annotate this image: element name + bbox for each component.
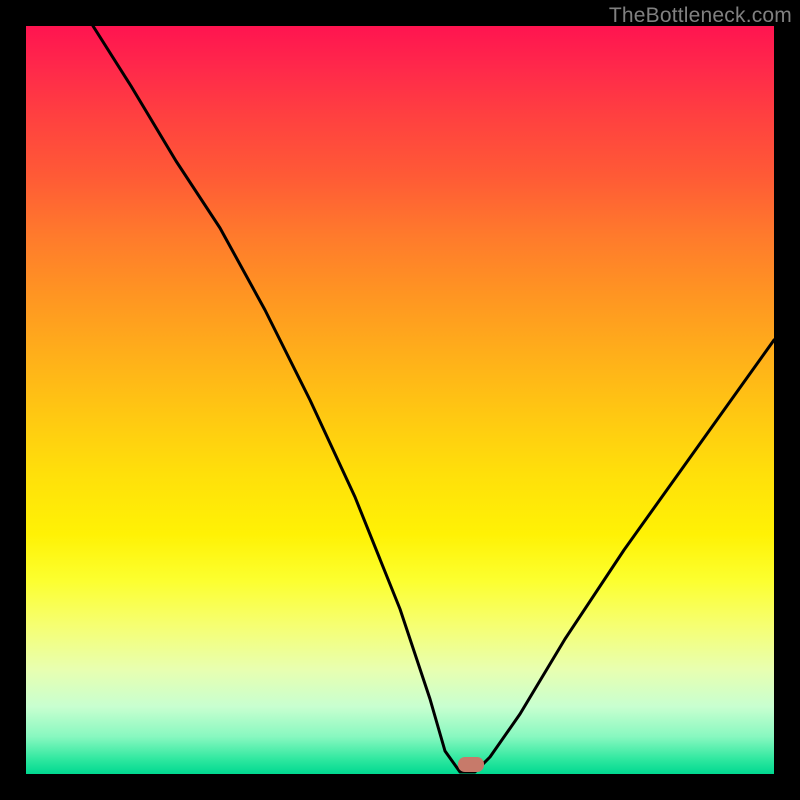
plot-area <box>26 26 774 774</box>
watermark-text: TheBottleneck.com <box>609 4 792 28</box>
optimum-marker <box>458 757 484 772</box>
bottleneck-curve <box>26 26 774 774</box>
curve-path <box>93 26 774 772</box>
chart-frame: TheBottleneck.com <box>0 0 800 800</box>
